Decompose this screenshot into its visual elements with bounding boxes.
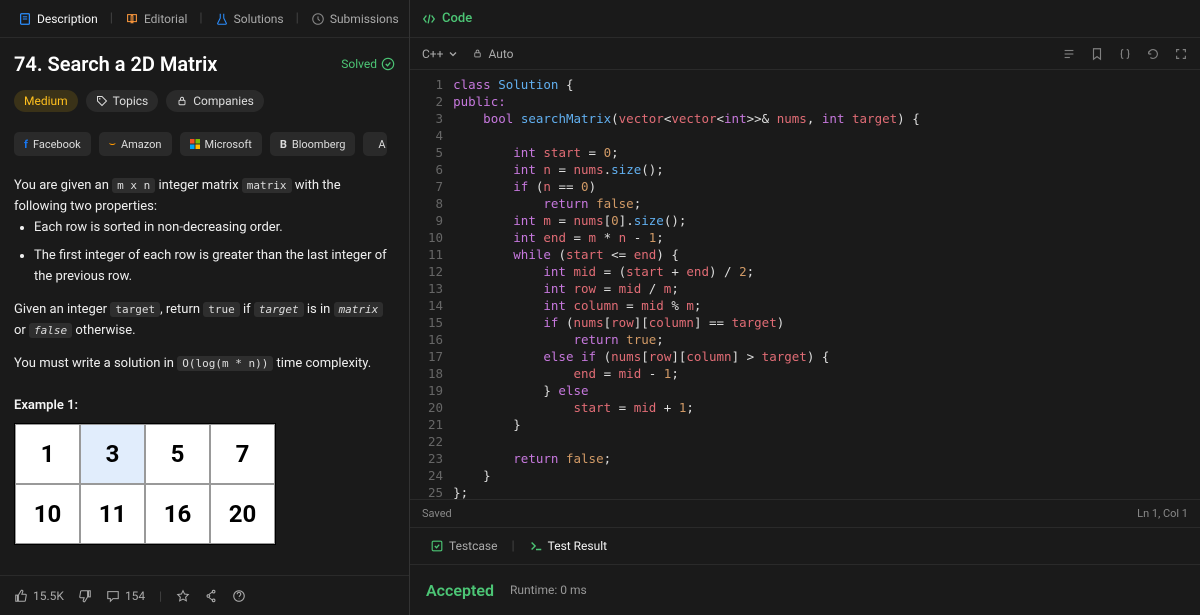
braces-icon[interactable] <box>1118 47 1132 61</box>
editor-footer: Saved Ln 1, Col 1 <box>410 499 1200 527</box>
microsoft-icon <box>190 139 200 149</box>
tab-description[interactable]: Description <box>10 6 106 32</box>
problem-tabs: Description | Editorial | Solutions | Su… <box>0 0 409 38</box>
matrix-cell: 7 <box>210 424 275 484</box>
question-icon <box>232 589 246 603</box>
results-tabs: Testcase | Test Result <box>410 527 1200 565</box>
terminal-icon <box>529 539 543 553</box>
code-content: class Solution { public: bool searchMatr… <box>453 76 920 499</box>
feedback-button[interactable] <box>232 589 246 603</box>
problem-paragraph: Given an integer target, return true if … <box>14 300 395 342</box>
comment-icon <box>106 589 120 603</box>
result-row: Accepted Runtime: 0 ms <box>410 565 1200 615</box>
matrix-cell: 1 <box>15 424 80 484</box>
code-toolbar: C++ Auto <box>410 38 1200 70</box>
chevron-down-icon <box>448 49 458 59</box>
example-matrix: 1 3 5 7 10 11 16 20 <box>14 423 276 545</box>
example-label: Example 1: <box>14 398 395 413</box>
star-icon <box>176 589 190 603</box>
clock-icon <box>311 12 325 26</box>
accepted-label: Accepted <box>426 581 494 600</box>
book-icon <box>125 12 139 26</box>
problem-properties-list: Each row is sorted in non-decreasing ord… <box>14 218 395 288</box>
solved-badge: Solved <box>341 57 395 71</box>
check-square-icon <box>430 539 444 553</box>
code-title: Code <box>422 11 472 26</box>
list-item: Each row is sorted in non-decreasing ord… <box>34 218 395 239</box>
reset-icon[interactable] <box>1146 47 1160 61</box>
dislike-button[interactable] <box>78 589 92 603</box>
tab-label: Editorial <box>144 12 187 26</box>
problem-paragraph: You are given an m x n integer matrix ma… <box>14 176 395 218</box>
amazon-icon: ⌣ <box>109 137 116 151</box>
company-chip-bloomberg[interactable]: B Bloomberg <box>270 132 356 156</box>
tab-test-result[interactable]: Test Result <box>521 533 615 559</box>
share-icon <box>204 589 218 603</box>
lock-icon <box>176 95 188 107</box>
tab-label: Solutions <box>234 12 284 26</box>
facebook-icon: f <box>24 138 28 151</box>
saved-status: Saved <box>422 507 452 520</box>
check-circle-icon <box>381 57 395 71</box>
tab-separator: | <box>110 11 113 26</box>
comments-button[interactable]: 154 <box>106 589 145 603</box>
share-button[interactable] <box>204 589 218 603</box>
matrix-cell: 3 <box>80 424 145 484</box>
problem-content: 74. Search a 2D Matrix Solved Medium Top… <box>0 38 409 575</box>
cursor-position: Ln 1, Col 1 <box>1137 507 1188 520</box>
auto-button[interactable]: Auto <box>472 47 513 61</box>
tab-editorial[interactable]: Editorial <box>117 6 195 32</box>
thumbs-up-icon <box>14 589 28 603</box>
code-icon <box>422 12 436 26</box>
tab-label: Submissions <box>330 12 399 26</box>
like-button[interactable]: 15.5K <box>14 589 64 603</box>
difficulty-badge: Medium <box>14 90 78 112</box>
star-button[interactable] <box>176 589 190 603</box>
tab-solutions[interactable]: Solutions <box>207 6 292 32</box>
tab-separator: | <box>199 11 202 26</box>
flask-icon <box>215 12 229 26</box>
company-chip-more[interactable]: A <box>363 132 387 156</box>
doc-icon <box>18 12 32 26</box>
code-editor[interactable]: 1234567891011121314151617181920212223242… <box>410 70 1200 499</box>
fullscreen-icon[interactable] <box>1174 47 1188 61</box>
matrix-cell: 10 <box>15 484 80 544</box>
company-chip-facebook[interactable]: f Facebook <box>14 132 91 156</box>
companies-button[interactable]: Companies <box>166 90 264 112</box>
problem-title: 74. Search a 2D Matrix <box>14 52 217 76</box>
matrix-cell: 11 <box>80 484 145 544</box>
lock-icon <box>472 48 483 59</box>
list-item: The first integer of each row is greater… <box>34 246 395 288</box>
tab-submissions[interactable]: Submissions <box>303 6 407 32</box>
format-icon[interactable] <box>1062 47 1076 61</box>
matrix-cell: 5 <box>145 424 210 484</box>
bookmark-icon[interactable] <box>1090 47 1104 61</box>
bloomberg-icon: B <box>280 138 287 151</box>
company-chip-amazon[interactable]: ⌣ Amazon <box>99 132 172 156</box>
matrix-cell: 20 <box>210 484 275 544</box>
matrix-cell: 16 <box>145 484 210 544</box>
problem-paragraph: You must write a solution in O(log(m * n… <box>14 354 395 375</box>
tab-label: Description <box>37 12 98 26</box>
company-chip-microsoft[interactable]: Microsoft <box>180 132 262 156</box>
tab-separator: | <box>296 11 299 26</box>
code-header: Code <box>410 0 1200 38</box>
tab-testcase[interactable]: Testcase <box>422 533 505 559</box>
language-selector[interactable]: C++ <box>422 47 458 61</box>
tag-icon <box>96 95 108 107</box>
problem-footer: 15.5K 154 | <box>0 575 409 615</box>
runtime-label: Runtime: 0 ms <box>510 583 587 597</box>
topics-button[interactable]: Topics <box>86 90 159 112</box>
line-gutter: 1234567891011121314151617181920212223242… <box>410 76 453 499</box>
thumbs-down-icon <box>78 589 92 603</box>
